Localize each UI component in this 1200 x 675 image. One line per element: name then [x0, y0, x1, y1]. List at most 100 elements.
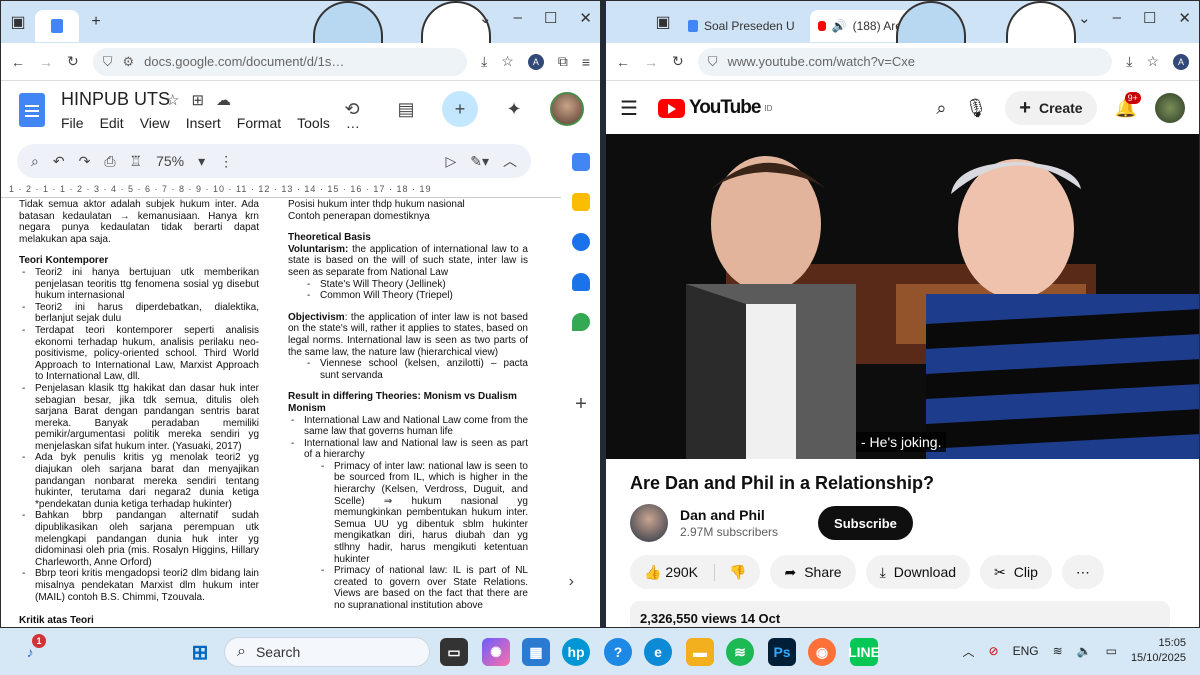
account-icon[interactable]: A	[1173, 53, 1189, 70]
play-icon[interactable]: ▷	[445, 153, 456, 170]
hamburger-menu-icon[interactable]: ☰	[620, 96, 638, 121]
video-player[interactable]: - He's joking.	[606, 134, 1199, 459]
download-icon[interactable]: ⤓	[1126, 53, 1132, 70]
subscribe-button[interactable]: Subscribe	[818, 506, 913, 540]
minimize-icon[interactable]: –	[514, 9, 522, 27]
calendar-icon[interactable]	[572, 153, 590, 171]
clock[interactable]: 15:05 15/10/2025	[1131, 636, 1186, 666]
notifications-bell-icon[interactable]: 🔔 9+	[1115, 91, 1141, 119]
reload-icon[interactable]: ↻	[67, 53, 79, 70]
share-button[interactable]: ➦ Share	[770, 555, 856, 589]
ruler[interactable]: 1 · 2 · 1 · 1 · 2 · 3 · 4 · 5 · 6 · 7 · …	[1, 184, 561, 198]
add-addon-icon[interactable]: +	[575, 393, 587, 416]
star-icon[interactable]: ☆	[166, 91, 179, 109]
redo-icon[interactable]: ↷	[79, 153, 91, 170]
download-button[interactable]: ⤓ Download	[865, 555, 971, 589]
tab-docs[interactable]	[35, 10, 79, 42]
menu-view[interactable]: View	[140, 115, 170, 131]
firefox-icon[interactable]: ◉	[808, 638, 836, 666]
collapse-chevron-up-icon[interactable]: ︿	[503, 151, 517, 171]
extensions-icon[interactable]: ⧉	[558, 53, 568, 70]
more-options-icon[interactable]: ⋮	[219, 153, 233, 170]
channel-name[interactable]: Dan and Phil	[680, 507, 778, 523]
create-button[interactable]: + Create	[1005, 91, 1097, 125]
address-bar[interactable]: ⛉ ⚙ docs.google.com/document/d/1s…	[92, 47, 468, 76]
avatar[interactable]	[550, 92, 584, 126]
tab-actions-icon[interactable]: ▣	[646, 7, 680, 37]
doc-title[interactable]: HINPUB UTS	[61, 89, 170, 110]
hp-icon[interactable]: hp	[562, 638, 590, 666]
avatar[interactable]	[1155, 93, 1185, 123]
print-icon[interactable]: ⎙	[104, 153, 115, 170]
docs-logo-icon[interactable]	[19, 93, 45, 127]
menu-file[interactable]: File	[61, 115, 84, 131]
share-icon[interactable]: +	[442, 91, 478, 127]
menu-icon[interactable]: ≡	[582, 54, 590, 70]
search-icon[interactable]: ⌕	[936, 98, 946, 119]
store-icon[interactable]: ▦	[522, 638, 550, 666]
paint-format-icon[interactable]: ♖	[130, 153, 143, 170]
tab-actions-icon[interactable]: ▣	[1, 7, 35, 37]
audio-icon[interactable]: 🔊	[832, 19, 847, 33]
back-icon[interactable]: ←	[616, 54, 630, 70]
document-page[interactable]: Tidak semua aktor adalah subjek hukum in…	[13, 199, 543, 627]
maps-icon[interactable]	[572, 313, 590, 331]
back-icon[interactable]: ←	[11, 54, 25, 70]
minimize-icon[interactable]: –	[1113, 9, 1121, 27]
language-indicator[interactable]: ENG	[1013, 644, 1039, 658]
keep-icon[interactable]	[572, 193, 590, 211]
forward-icon[interactable]: →	[644, 54, 658, 70]
clip-button[interactable]: ✂ Clip	[980, 555, 1052, 589]
copilot-icon[interactable]: ✺	[482, 638, 510, 666]
like-button[interactable]: 👍 290K	[644, 564, 698, 581]
maximize-icon[interactable]: ☐	[1143, 9, 1156, 27]
move-folder-icon[interactable]: ⊞	[191, 91, 204, 109]
reload-icon[interactable]: ↻	[672, 53, 684, 70]
more-actions-icon[interactable]: ⋯	[1061, 555, 1104, 589]
channel-avatar[interactable]	[630, 504, 668, 542]
zoom-select[interactable]: 75%	[156, 153, 184, 169]
edit-mode-pencil-icon[interactable]: ✎▾	[470, 153, 489, 170]
tab-list-chevron-icon[interactable]: ⌄	[1078, 9, 1091, 27]
youtube-logo[interactable]: YouTube ID	[657, 97, 772, 119]
tab-list-chevron-icon[interactable]: ⌄	[479, 9, 492, 27]
gemini-sparkle-icon[interactable]: ✦	[496, 91, 532, 127]
thumbs-down-icon[interactable]: 👎	[714, 563, 746, 581]
network-alert-icon[interactable]: ⊘	[989, 644, 999, 658]
comments-icon[interactable]: ▤	[388, 91, 424, 127]
address-bar[interactable]: ⛉ www.youtube.com/watch?v=Cxe	[697, 47, 1113, 76]
cloud-saved-icon[interactable]: ☁	[216, 91, 231, 109]
menu-insert[interactable]: Insert	[186, 115, 221, 131]
help-icon[interactable]: ?	[604, 638, 632, 666]
close-icon[interactable]: ✕	[579, 9, 592, 27]
spotify-icon[interactable]: ≋	[726, 638, 754, 666]
start-windows-icon[interactable]: ⊞	[186, 638, 214, 666]
version-history-icon[interactable]: ⟲	[334, 91, 370, 127]
photoshop-icon[interactable]: Ps	[768, 638, 796, 666]
menu-edit[interactable]: Edit	[100, 115, 124, 131]
microphone-icon[interactable]: 🎙	[964, 98, 987, 119]
maximize-icon[interactable]: ☐	[544, 9, 557, 27]
taskbar-search-input[interactable]: ⌕ Search	[224, 637, 430, 667]
show-hidden-icons-chevron-icon[interactable]: ︿	[962, 643, 974, 660]
chevron-right-icon[interactable]: ›	[569, 573, 574, 591]
battery-icon[interactable]: ▭	[1106, 644, 1117, 658]
tasks-icon[interactable]	[572, 233, 590, 251]
zoom-chevron-down-icon[interactable]: ▾	[198, 153, 205, 170]
wifi-icon[interactable]: ≋	[1053, 644, 1063, 658]
new-tab-button[interactable]: +	[79, 7, 113, 37]
volume-icon[interactable]: 🔈	[1077, 644, 1092, 658]
file-explorer-icon[interactable]: ▬	[686, 638, 714, 666]
search-menus-icon[interactable]: ⌕	[31, 153, 39, 170]
menu-format[interactable]: Format	[237, 115, 281, 131]
download-icon[interactable]: ⤓	[481, 53, 487, 70]
bookmark-star-icon[interactable]: ☆	[501, 53, 514, 70]
contacts-icon[interactable]	[572, 273, 590, 291]
video-description-box[interactable]: 2,326,550 views 14 Oct	[630, 601, 1170, 627]
bookmark-star-icon[interactable]: ☆	[1146, 53, 1159, 70]
menu-tools[interactable]: Tools	[297, 115, 330, 131]
tab-soal-preseden[interactable]: Soal Preseden U	[680, 10, 810, 42]
line-app-icon[interactable]: LINE	[848, 638, 880, 666]
task-view-icon[interactable]: ▭	[440, 638, 468, 666]
close-icon[interactable]: ✕	[1178, 9, 1191, 27]
